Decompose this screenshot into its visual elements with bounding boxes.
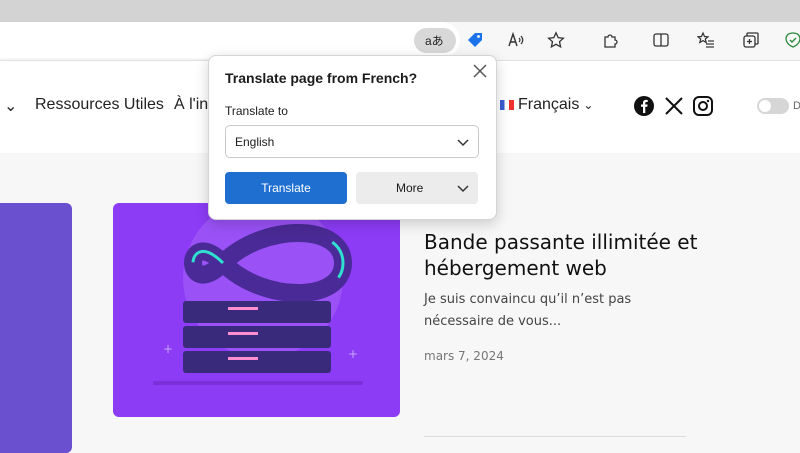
translate-icon: aあ — [425, 34, 444, 48]
translate-to-label: Translate to — [225, 104, 288, 118]
translate-button-primary[interactable]: Translate — [225, 172, 347, 204]
extensions-icon[interactable] — [600, 29, 622, 51]
server-illustration: + + — [153, 203, 363, 385]
instagram-icon[interactable] — [692, 95, 714, 117]
toggle-label: D — [793, 100, 800, 112]
french-flag-icon — [500, 100, 514, 110]
language-selector[interactable]: Français ⌄ — [500, 96, 593, 114]
browser-tab-strip — [0, 0, 800, 22]
x-icon[interactable] — [663, 95, 685, 117]
nav-item-a-l-in[interactable]: À l'in — [174, 96, 208, 114]
favorites-list-icon[interactable] — [695, 29, 717, 51]
dark-mode-toggle[interactable] — [757, 98, 789, 114]
popup-title: Translate page from French? — [225, 70, 418, 86]
language-label: Français — [518, 96, 580, 113]
close-icon[interactable] — [471, 62, 489, 80]
more-button[interactable]: More — [356, 172, 478, 204]
featured-card[interactable] — [0, 203, 72, 453]
nav-item-ressources[interactable]: Ressources Utiles — [35, 96, 164, 114]
split-screen-icon[interactable] — [650, 29, 672, 51]
divider — [424, 436, 686, 437]
selected-language: English — [235, 135, 275, 149]
article-thumbnail[interactable]: + + — [113, 203, 400, 417]
browser-essentials-icon[interactable] — [782, 29, 800, 51]
article-title[interactable]: Bande passante illimitée et hébergement … — [424, 229, 724, 281]
chevron-down-icon — [457, 185, 469, 193]
language-dropdown[interactable]: English — [225, 125, 479, 158]
facebook-icon[interactable] — [633, 95, 655, 117]
article-excerpt: Je suis convaincu qu’il n’est pas nécess… — [424, 292, 632, 329]
chevron-down-icon — [457, 139, 469, 147]
collections-icon[interactable] — [740, 29, 762, 51]
article-date: mars 7, 2024 — [424, 349, 504, 363]
more-label: More — [396, 181, 424, 195]
price-tag-icon[interactable] — [464, 29, 486, 51]
svg-text:+: + — [163, 342, 173, 356]
favorite-star-icon[interactable] — [545, 29, 567, 51]
read-aloud-icon[interactable] — [505, 29, 527, 51]
svg-text:+: + — [348, 347, 358, 361]
chevron-down-icon: ⌄ — [583, 98, 594, 112]
address-bar[interactable] — [0, 22, 460, 58]
translate-popup: Translate page from French? Translate to… — [208, 55, 497, 220]
nav-dropdown-chevron[interactable]: ⌄ — [4, 96, 17, 116]
translate-button[interactable]: aあ — [414, 28, 456, 53]
